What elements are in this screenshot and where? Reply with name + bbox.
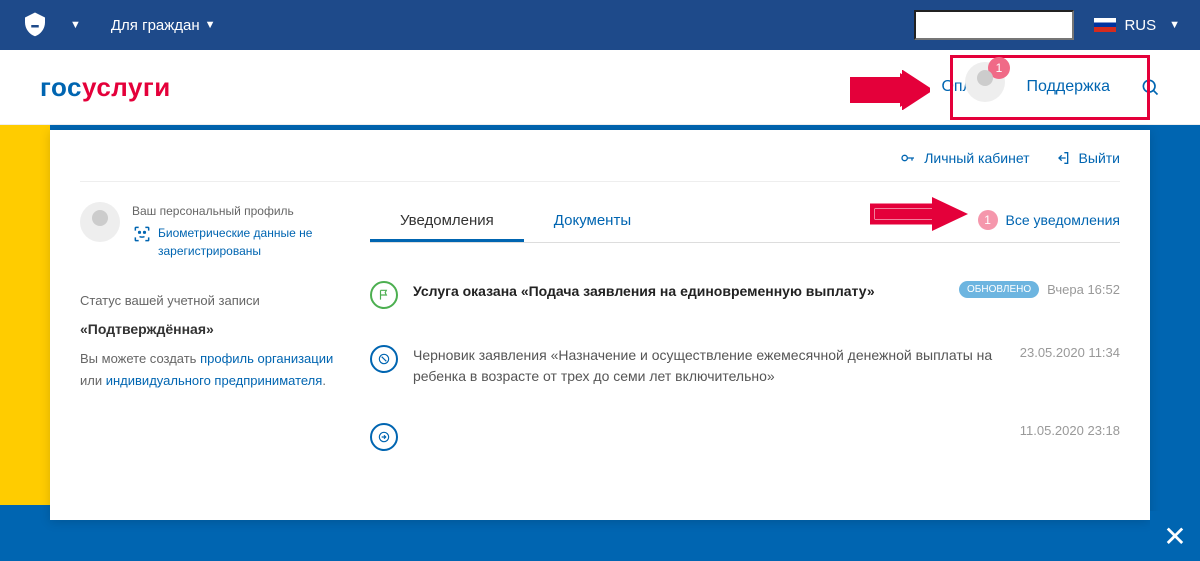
notification-item[interactable]: Черновик заявления «Назначение и осущест…: [370, 327, 1120, 405]
profile-sidebar: Ваш персональный профиль Биометрические …: [80, 202, 360, 469]
draft-icon: [370, 345, 398, 373]
annotation-arrow-icon: [850, 70, 930, 110]
logout-icon: [1055, 150, 1071, 166]
profile-title: Ваш персональный профиль: [132, 202, 340, 220]
all-notifications-link[interactable]: 1 Все уведомления: [978, 210, 1120, 230]
notification-item[interactable]: Услуга оказана «Подача заявления на един…: [370, 263, 1120, 327]
notification-title: Черновик заявления «Назначение и осущест…: [413, 345, 1005, 387]
face-id-icon: [132, 224, 152, 244]
lang-label: RUS: [1124, 17, 1156, 34]
audience-selector[interactable]: Для граждан ▼: [111, 17, 216, 34]
logout-link[interactable]: Выйти: [1055, 150, 1120, 166]
ip-profile-link[interactable]: индивидуального предпринимателя: [106, 373, 323, 388]
dropdown-panel: Личный кабинет Выйти Ваш персональный пр…: [50, 130, 1150, 520]
updated-pill: ОБНОВЛЕНО: [959, 281, 1039, 298]
key-icon: [900, 150, 916, 166]
notification-time: 11.05.2020 23:18: [1020, 423, 1120, 438]
notification-list: Услуга оказана «Подача заявления на един…: [370, 263, 1120, 469]
audience-label: Для граждан: [111, 17, 200, 34]
notification-item[interactable]: 11.05.2020 23:18: [370, 405, 1120, 469]
notification-count-badge: 1: [978, 210, 998, 230]
emblem-icon: [20, 10, 50, 40]
notification-badge: 1: [988, 57, 1010, 79]
panel-top-links: Личный кабинет Выйти: [80, 150, 1120, 182]
flag-ru-icon: [1094, 18, 1116, 32]
flag-icon: [370, 281, 398, 309]
org-profile-link[interactable]: профиль организации: [200, 351, 333, 366]
chevron-down-icon: ▼: [205, 19, 216, 31]
notification-title: Услуга оказана «Подача заявления на един…: [413, 281, 944, 302]
incoming-icon: [370, 423, 398, 451]
annotation-arrow-icon: [870, 194, 970, 234]
status-value: «Подтверждённая»: [80, 318, 340, 342]
tabs: Уведомления Документы 1 Все уведомления: [370, 202, 1120, 243]
status-label: Статус вашей учетной записи: [80, 290, 340, 312]
create-profile-text: Вы можете создать профиль организации ил…: [80, 348, 340, 392]
close-button[interactable]: ✕: [1150, 511, 1200, 561]
tab-notifications[interactable]: Уведомления: [370, 202, 524, 242]
notifications-area: Уведомления Документы 1 Все уведомления: [360, 202, 1120, 469]
header-avatar[interactable]: 1: [965, 62, 1005, 102]
chevron-down-icon: ▼: [1169, 19, 1180, 31]
logo[interactable]: госуслуги: [40, 72, 171, 103]
personal-cabinet-link[interactable]: Личный кабинет: [900, 150, 1029, 166]
topbar: ▼ Для граждан ▼ RUS ▼: [0, 0, 1200, 50]
notification-time: Вчера 16:52: [1047, 282, 1120, 297]
background-accent: [0, 125, 50, 505]
close-icon: ✕: [1163, 520, 1186, 553]
topbar-search-input[interactable]: [914, 10, 1074, 40]
biometric-link[interactable]: Биометрические данные не зарегистрирован…: [132, 224, 340, 260]
tab-documents[interactable]: Документы: [524, 202, 661, 242]
language-selector[interactable]: RUS ▼: [1094, 17, 1180, 34]
account-status: Статус вашей учетной записи «Подтверждён…: [80, 290, 340, 392]
emblem-chevron-icon[interactable]: ▼: [70, 19, 81, 31]
profile-avatar-icon: [80, 202, 120, 242]
notification-time: 23.05.2020 11:34: [1020, 345, 1120, 360]
